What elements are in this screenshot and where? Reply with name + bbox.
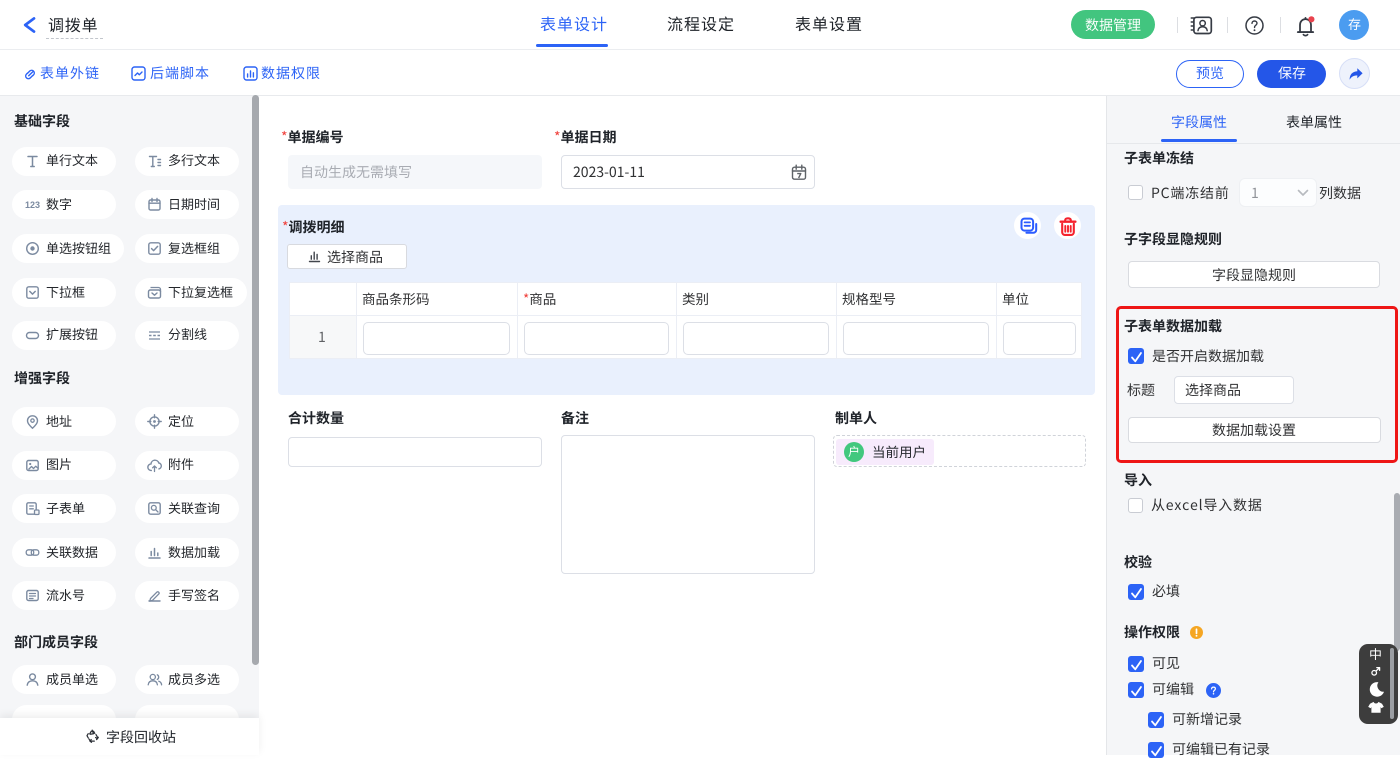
svg-text:123: 123 — [24, 200, 39, 210]
